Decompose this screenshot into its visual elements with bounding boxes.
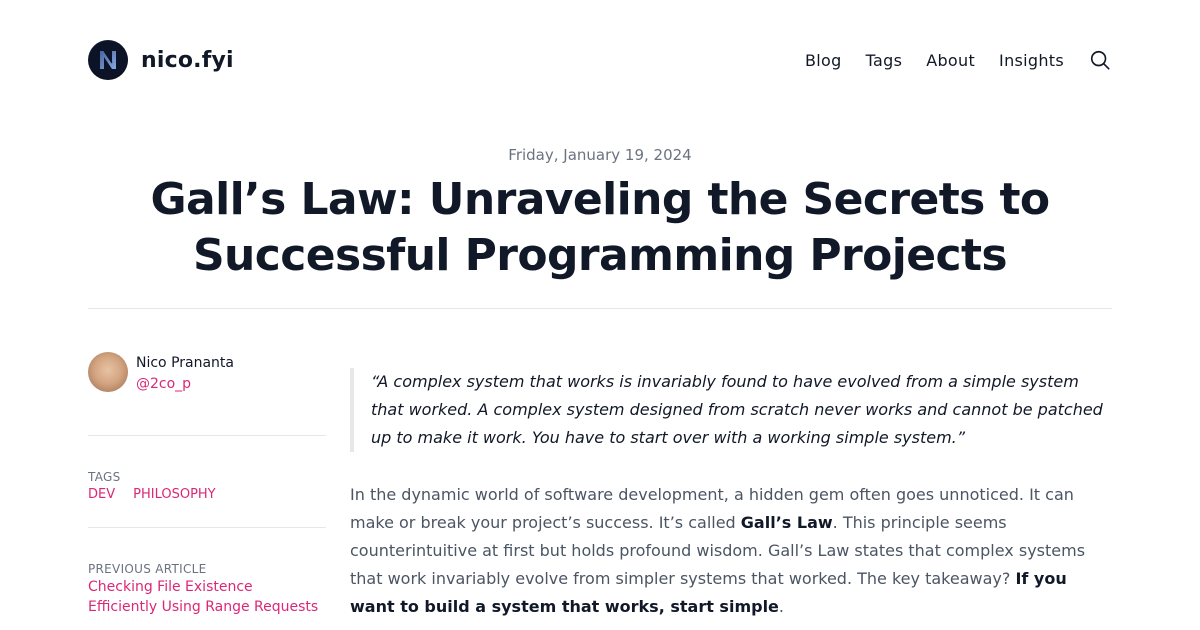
intro-paragraph: In the dynamic world of software develop… [350,481,1110,621]
main-nav: Blog Tags About Insights [805,40,1112,80]
brand-home-link[interactable]: nico.fyi [88,40,234,80]
nav-blog[interactable]: Blog [805,51,842,70]
tags-label: TAGS [88,470,121,484]
intro-text: . [778,597,784,616]
epigraph-quote: “A complex system that works is invariab… [350,368,1112,452]
site-header: nico.fyi Blog Tags About Insights [88,40,1112,80]
previous-article-link[interactable]: Checking File Existence Efficiently Usin… [88,577,326,617]
author-avatar [88,352,128,392]
header-divider [88,308,1112,309]
post-date: Friday, January 19, 2024 [508,146,692,164]
search-icon [1090,50,1110,70]
author-card: Nico Prananta @2co_p [88,352,326,394]
author-name: Nico Prananta [136,355,234,371]
n-logo-icon [88,40,128,80]
nav-insights[interactable]: Insights [999,51,1064,70]
tag-dev[interactable]: DEV [88,485,115,505]
post-title: Gall’s Law: Unraveling the Secrets to Su… [150,174,1050,281]
author-handle-link[interactable]: @2co_p [136,374,234,394]
nav-tags[interactable]: Tags [866,51,903,70]
intro-emphasis: Gall’s Law [740,513,833,532]
previous-article-label: PREVIOUS ARTICLE [88,562,207,576]
search-button[interactable] [1088,48,1112,72]
nav-about[interactable]: About [926,51,975,70]
post-sidebar: Nico Prananta @2co_p TAGS DEV PHILOSOPHY… [88,352,326,617]
sidebar-divider [88,527,326,528]
site-name: nico.fyi [141,47,234,73]
tag-philosophy[interactable]: PHILOSOPHY [133,485,216,505]
post-body: “A complex system that works is invariab… [350,368,1112,621]
sidebar-divider [88,435,326,436]
tag-list: DEV PHILOSOPHY [88,485,326,505]
